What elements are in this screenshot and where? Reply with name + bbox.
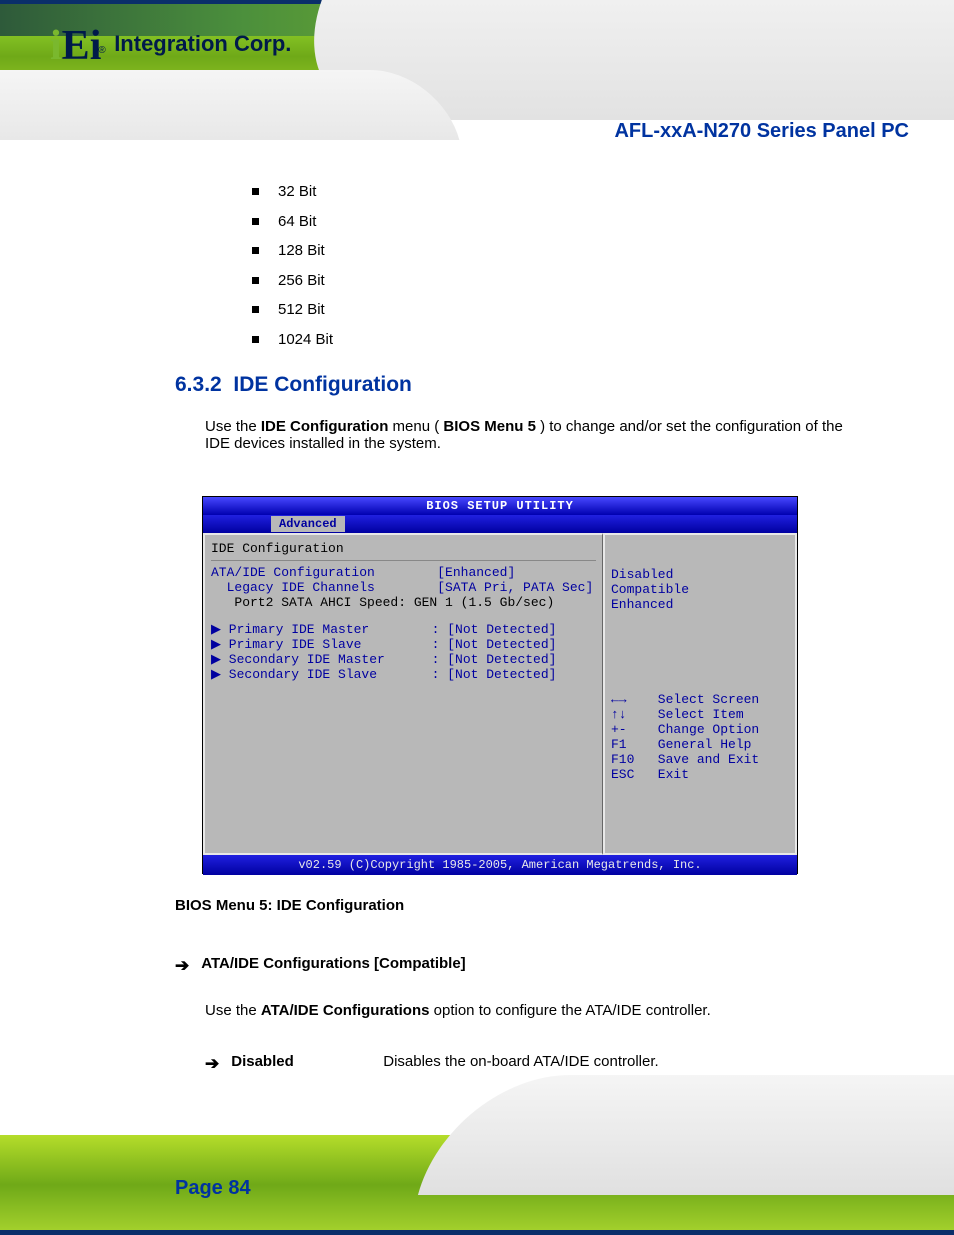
list-item: 256 Bit	[252, 272, 333, 289]
bios-help: ↑↓ Select Item	[611, 707, 789, 722]
desc-ref: BIOS Menu 5	[443, 418, 536, 435]
bios-left-panel: IDE Configuration ATA/IDE Configuration …	[203, 533, 603, 855]
footer-swoosh-icon	[418, 1075, 954, 1195]
bios-title: BIOS SETUP UTILITY	[203, 497, 797, 515]
desc-tail: ) to change and/or set the configuration…	[540, 418, 843, 435]
config-option-text: Disables the on-board ATA/IDE controller…	[383, 1053, 658, 1070]
arrow-right-icon: ➔	[175, 956, 189, 976]
section-number: 6.3.2	[175, 373, 222, 396]
desc-prefix: Use the	[205, 1002, 261, 1019]
figure-caption: BIOS Menu 5: IDE Configuration	[175, 897, 404, 914]
footer-band	[0, 1135, 954, 1235]
bios-help: ESC Exit	[611, 767, 789, 782]
desc-link: IDE Configuration	[261, 418, 389, 435]
bios-footer: v02.59 (C)Copyright 1985-2005, American …	[203, 855, 797, 875]
list-item: 128 Bit	[252, 242, 333, 259]
desc-bold: ATA/IDE Configurations	[261, 1002, 430, 1019]
header-swoosh2-icon	[0, 70, 459, 140]
registered-icon: ®	[98, 45, 105, 56]
bios-option: Disabled	[611, 567, 789, 582]
arrow-right-icon: ➔	[205, 1054, 219, 1074]
bios-row: ▶ Primary IDE Master : [Not Detected]	[211, 622, 596, 637]
list-item: 512 Bit	[252, 301, 333, 318]
product-title: AFL-xxA-N270 Series Panel PC	[614, 120, 909, 143]
bios-screenshot: BIOS SETUP UTILITY Advanced IDE Configur…	[202, 496, 798, 874]
section-title: IDE Configuration	[233, 373, 411, 396]
section-description: Use the IDE Configuration menu ( BIOS Me…	[205, 418, 843, 452]
bios-section-title: IDE Configuration	[211, 541, 596, 556]
config-option-row: ➔ Disabled Disables the on-board ATA/IDE…	[205, 1053, 659, 1074]
bios-help: F10 Save and Exit	[611, 752, 789, 767]
desc-text: Use the	[205, 418, 261, 435]
bios-row: ▶ Secondary IDE Master : [Not Detected]	[211, 652, 596, 667]
config-item-label: ATA/IDE Configurations [Compatible]	[201, 955, 465, 972]
bios-help: +- Change Option	[611, 722, 789, 737]
section-heading: 6.3.2 IDE Configuration	[175, 373, 412, 397]
config-item-description: Use the ATA/IDE Configurations option to…	[205, 1002, 805, 1019]
desc-suffix: menu (	[393, 418, 440, 435]
page-number: Page 84	[175, 1177, 251, 1200]
desc-line2: IDE devices installed in the system.	[205, 435, 441, 452]
bios-row: Port2 SATA AHCI Speed: GEN 1 (1.5 Gb/sec…	[211, 595, 596, 610]
bios-row: ▶ Secondary IDE Slave : [Not Detected]	[211, 667, 596, 682]
bios-body: IDE Configuration ATA/IDE Configuration …	[203, 533, 797, 855]
config-option-label: Disabled	[231, 1053, 371, 1070]
list-item: 32 Bit	[252, 183, 333, 200]
bios-row: Legacy IDE Channels [SATA Pri, PATA Sec]	[211, 580, 596, 595]
bios-row: ▶ Primary IDE Slave : [Not Detected]	[211, 637, 596, 652]
bit-options-list: 32 Bit 64 Bit 128 Bit 256 Bit 512 Bit 10…	[252, 183, 333, 360]
bios-row: ATA/IDE Configuration [Enhanced]	[211, 565, 596, 580]
desc-suffix: option to configure the ATA/IDE controll…	[434, 1002, 711, 1019]
logo: iEi ® Integration Corp.	[50, 22, 291, 70]
bios-tab-advanced: Advanced	[271, 516, 345, 532]
bios-option: Enhanced	[611, 597, 789, 612]
list-item: 64 Bit	[252, 213, 333, 230]
bios-tabbar: Advanced	[203, 515, 797, 533]
config-item-heading: ➔ ATA/IDE Configurations [Compatible]	[175, 955, 466, 976]
list-item: 1024 Bit	[252, 331, 333, 348]
bios-right-panel: Disabled Compatible Enhanced ←→ Select S…	[603, 533, 797, 855]
logo-iei-icon: iEi	[50, 22, 101, 70]
bios-help: F1 General Help	[611, 737, 789, 752]
logo-text: Integration Corp.	[114, 31, 291, 57]
bios-option: Compatible	[611, 582, 789, 597]
bios-help: ←→ Select Screen	[611, 692, 789, 707]
